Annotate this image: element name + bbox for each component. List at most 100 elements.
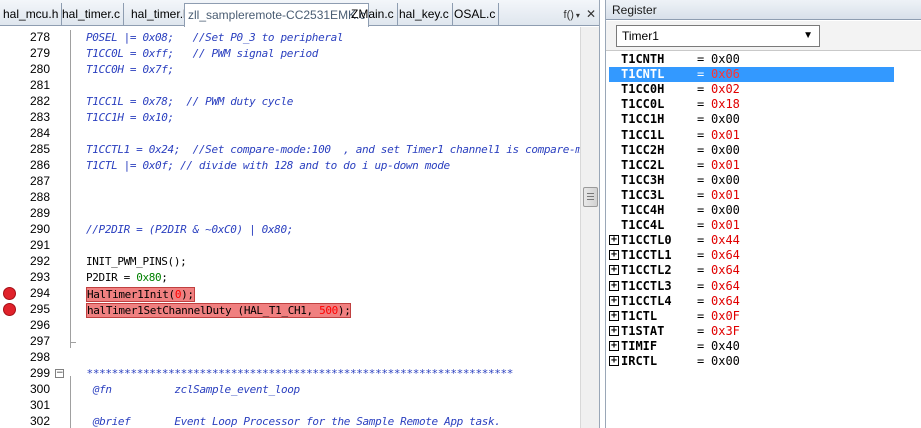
line-number: 288 bbox=[29, 190, 50, 204]
tab-hal-timer-c[interactable]: hal_timer.c bbox=[59, 3, 125, 26]
register-row[interactable]: T1CNTL = 0x06 bbox=[609, 67, 894, 83]
register-value[interactable]: 0x01 bbox=[711, 158, 740, 173]
fold-guide bbox=[70, 376, 71, 428]
register-name: T1CC0H bbox=[621, 82, 665, 97]
line-number: 289 bbox=[29, 206, 50, 220]
line-number: 286 bbox=[29, 158, 50, 172]
code-editor-pane: hal_mcu.h hal_timer.c hal_timer.h zll_sa… bbox=[0, 0, 600, 428]
register-name: T1CNTL bbox=[621, 67, 665, 82]
register-value[interactable]: 0x44 bbox=[711, 233, 740, 248]
register-row[interactable]: T1CC0H = 0x02 bbox=[609, 82, 894, 97]
scrollbar-thumb[interactable] bbox=[583, 187, 598, 207]
function-menu[interactable]: f() ▾ ✕ bbox=[564, 3, 596, 25]
fold-toggle-icon[interactable]: − bbox=[55, 369, 64, 378]
expand-plus-icon[interactable]: + bbox=[609, 310, 619, 321]
equals-sign: = bbox=[697, 157, 705, 172]
register-row[interactable]: T1CC0L = 0x18 bbox=[609, 97, 894, 112]
register-row[interactable]: T1CC1H = 0x00 bbox=[609, 112, 894, 127]
expand-plus-icon[interactable]: + bbox=[609, 265, 619, 276]
code-line: T1CC1L = 0x78; // PWM duty cycle bbox=[86, 95, 293, 108]
register-value[interactable]: 0x00 bbox=[711, 52, 740, 67]
tab-hal-key-c[interactable]: hal_key.c bbox=[396, 3, 453, 26]
register-value[interactable]: 0x01 bbox=[711, 128, 740, 143]
line-number: 293 bbox=[29, 270, 50, 284]
register-value[interactable]: 0x00 bbox=[711, 173, 740, 188]
register-row[interactable]: T1CC1L = 0x01 bbox=[609, 128, 894, 143]
register-value[interactable]: 0x01 bbox=[711, 218, 740, 233]
dropdown-arrow-icon: ▼ bbox=[803, 30, 813, 41]
register-value[interactable]: 0x01 bbox=[711, 188, 740, 203]
register-row[interactable]: + T1CCTL0 = 0x44 bbox=[609, 233, 894, 248]
register-name: T1CC4L bbox=[621, 218, 665, 233]
equals-sign: = bbox=[697, 172, 705, 187]
line-number: 290 bbox=[29, 222, 50, 236]
expand-plus-icon[interactable]: + bbox=[609, 356, 619, 366]
register-row[interactable]: T1CC2H = 0x00 bbox=[609, 143, 894, 158]
register-list[interactable]: T1CNTH = 0x00 T1CNTL = 0x06 T1CC0H = 0x02 T1CC0L =… bbox=[606, 52, 921, 428]
equals-sign: = bbox=[697, 338, 705, 353]
line-number: 287 bbox=[29, 174, 50, 188]
tab-zll-sampleremote-c[interactable]: zll_sampleremote-CC2531EMK.c bbox=[184, 3, 370, 27]
register-row[interactable]: + T1CTL = 0x0F bbox=[609, 309, 894, 324]
expand-plus-icon[interactable]: + bbox=[609, 340, 619, 351]
line-number: 292 bbox=[29, 254, 50, 268]
register-window-title: Register bbox=[606, 0, 921, 20]
register-row[interactable]: T1CC2L = 0x01 bbox=[609, 158, 894, 173]
editor-vertical-scrollbar[interactable] bbox=[580, 27, 599, 428]
line-number: 302 bbox=[29, 414, 50, 428]
register-value[interactable]: 0x64 bbox=[711, 279, 740, 294]
line-number: 298 bbox=[29, 350, 50, 364]
register-row[interactable]: + T1CCTL4 = 0x64 bbox=[609, 294, 894, 309]
register-row[interactable]: + T1CCTL1 = 0x64 bbox=[609, 248, 894, 263]
register-name: T1CC1H bbox=[621, 112, 665, 127]
register-row[interactable]: + T1CCTL3 = 0x64 bbox=[609, 279, 894, 294]
tab-osal-c[interactable]: OSAL.c bbox=[451, 3, 500, 26]
register-value[interactable]: 0x3F bbox=[711, 324, 740, 339]
register-value[interactable]: 0x64 bbox=[711, 263, 740, 278]
line-number: 282 bbox=[29, 94, 50, 108]
equals-sign: = bbox=[697, 52, 705, 66]
register-value[interactable]: 0x00 bbox=[711, 143, 740, 158]
register-window: Register Timer1 ▼ T1CNTH = 0x00 T1CNTL = 0x06… bbox=[605, 0, 921, 428]
tab-hal-mcu-h[interactable]: hal_mcu.h bbox=[0, 3, 63, 26]
register-value[interactable]: 0x0F bbox=[711, 309, 740, 324]
register-row[interactable]: T1CC3L = 0x01 bbox=[609, 188, 894, 203]
code-text: HalTimer1Init( bbox=[87, 288, 175, 301]
register-row[interactable]: + IRCTL = 0x00 bbox=[609, 354, 894, 369]
register-value[interactable]: 0x00 bbox=[711, 203, 740, 218]
register-row[interactable]: T1CNTH = 0x00 bbox=[609, 52, 894, 67]
register-row[interactable]: T1CC4H = 0x00 bbox=[609, 203, 894, 218]
equals-sign: = bbox=[697, 354, 705, 368]
code-line: * bbox=[86, 399, 87, 412]
register-value[interactable]: 0x40 bbox=[711, 339, 740, 354]
breakpoint-icon[interactable] bbox=[3, 303, 16, 316]
equals-sign: = bbox=[697, 323, 705, 338]
expand-plus-icon[interactable]: + bbox=[609, 295, 619, 306]
expand-plus-icon[interactable]: + bbox=[609, 280, 619, 291]
equals-sign: = bbox=[697, 218, 705, 233]
register-row[interactable]: + T1STAT = 0x3F bbox=[609, 324, 894, 339]
register-row[interactable]: + T1CCTL2 = 0x64 bbox=[609, 263, 894, 278]
register-group-select[interactable]: Timer1 ▼ bbox=[616, 25, 820, 47]
register-value[interactable]: 0x00 bbox=[711, 354, 740, 369]
register-value[interactable]: 0x64 bbox=[711, 248, 740, 263]
line-number: 295 bbox=[29, 302, 50, 316]
expand-plus-icon[interactable]: + bbox=[609, 235, 619, 246]
code-area[interactable]: P0SEL |= 0x08; //Set P0_3 to peripheral T… bbox=[86, 27, 580, 428]
register-row[interactable]: + TIMIF = 0x40 bbox=[609, 339, 894, 354]
line-number-gutter[interactable]: 278 279 280 281 282 283 284 285 286 287 288 289 290 2… bbox=[0, 27, 70, 428]
register-value[interactable]: 0x64 bbox=[711, 294, 740, 309]
register-value[interactable]: 0x02 bbox=[711, 82, 740, 97]
line-number: 301 bbox=[29, 398, 50, 412]
breakpoint-icon[interactable] bbox=[3, 287, 16, 300]
register-row[interactable]: T1CC4L = 0x01 bbox=[609, 218, 894, 233]
register-value[interactable]: 0x06 bbox=[711, 67, 740, 82]
register-value[interactable]: 0x00 bbox=[711, 112, 740, 127]
tab-zmain-c[interactable]: ZMain.c bbox=[348, 3, 398, 26]
expand-plus-icon[interactable]: + bbox=[609, 250, 619, 261]
register-row[interactable]: T1CC3H = 0x00 bbox=[609, 173, 894, 188]
expand-plus-icon[interactable]: + bbox=[609, 325, 619, 336]
close-icon[interactable]: ✕ bbox=[586, 3, 596, 25]
line-number: 278 bbox=[29, 30, 50, 44]
register-value[interactable]: 0x18 bbox=[711, 97, 740, 112]
